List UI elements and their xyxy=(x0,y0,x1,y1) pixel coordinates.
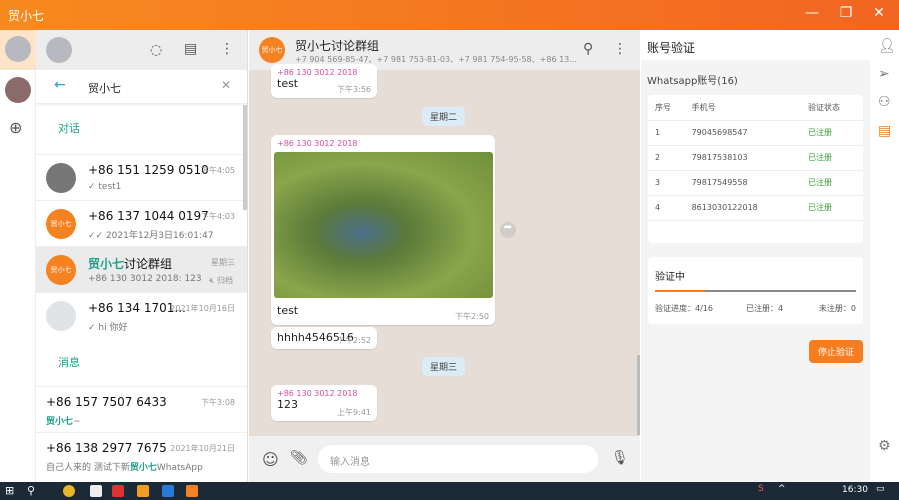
sogou-icon[interactable]: S xyxy=(758,484,764,494)
contacts-icon[interactable]: ⚇ xyxy=(878,94,891,110)
chat-panel: 贸小七 贸小七讨论群组 +7 904 569-85-47、+7 981 753-… xyxy=(249,30,640,482)
title-bar: 贸小七 — ❐ ✕ xyxy=(0,0,899,30)
archived-badge: 🔇︎ 归档 xyxy=(209,276,233,285)
taskbar: ⊞ ⚲ S ^ 16:30 ▭ xyxy=(0,482,899,500)
table-row: 4 8613030122018 已注册 xyxy=(648,195,863,221)
menu-icon[interactable]: ⋮ xyxy=(613,41,627,57)
new-chat-icon[interactable]: ▤ xyxy=(184,41,197,57)
message-bubble: hhhh4546516 下午2:52 xyxy=(271,327,377,349)
chat-item[interactable]: 贸小七 +86 137 1044 0197 ✓✓ 2021年12月3日16:01… xyxy=(36,200,247,246)
group-avatar[interactable]: 贸小七 xyxy=(259,37,285,63)
restore-icon[interactable]: ❐ xyxy=(836,5,856,21)
progress-bar xyxy=(655,290,856,292)
search-bar[interactable]: ← 贸小七 ✕ xyxy=(36,70,247,104)
app-icon[interactable] xyxy=(90,485,102,497)
message-input[interactable]: 输入消息 xyxy=(318,445,598,473)
chat-list-panel: ◌ ▤ ⋮ ← 贸小七 ✕ 对话 +86 151 1259 0510 ✓ tes… xyxy=(36,30,248,482)
user-icon[interactable]: 👤︎ xyxy=(878,38,896,54)
clear-search-icon[interactable]: ✕ xyxy=(221,78,231,92)
mute-icon: 🔇︎ xyxy=(209,276,217,285)
scrollbar[interactable] xyxy=(637,355,640,435)
section-messages: 消息 xyxy=(58,356,80,369)
message-bubble: +86 130 3012 2018 123 上午9:41 xyxy=(271,385,377,421)
menu-icon[interactable]: ⋮ xyxy=(220,41,234,57)
forward-icon[interactable]: ➦ xyxy=(500,222,516,238)
chat-item-selected[interactable]: 贸小七 贸小七讨论群组 +86 130 3012 2018: 123 星期三 🔇… xyxy=(36,246,247,292)
wps-icon[interactable] xyxy=(112,485,124,497)
window-title: 贸小七 xyxy=(8,9,45,23)
account-avatar[interactable] xyxy=(5,77,31,103)
back-arrow-icon[interactable]: ← xyxy=(54,77,66,93)
verify-panel: 账号验证 Whatsapp账号(16) 序号 手机号 验证状态 1 790456985… xyxy=(641,30,870,482)
app-icon[interactable] xyxy=(162,485,174,497)
tool-rail: 👤︎ ➢ ⚇ ▤ ⚙ xyxy=(870,30,899,482)
verify-doc-icon[interactable]: ▤ xyxy=(878,123,891,139)
stop-verify-button[interactable]: 停止验证 xyxy=(808,340,863,363)
table-row: 1 79045698547 已注册 xyxy=(648,120,863,146)
chat-item[interactable]: +86 134 1701... ✓ hi 你好 2021年10月16日 xyxy=(36,292,247,338)
date-divider: 星期二 xyxy=(422,107,466,126)
avatar xyxy=(5,36,31,62)
avatar xyxy=(46,163,76,193)
table-row: 2 79817538103 已注册 xyxy=(648,145,863,171)
search-icon[interactable]: ⚲ xyxy=(27,484,35,497)
tray-expand-icon[interactable]: ^ xyxy=(778,484,786,494)
chrome-icon[interactable] xyxy=(63,485,75,497)
app-icon[interactable] xyxy=(137,485,149,497)
windows-start-icon[interactable]: ⊞ xyxy=(5,484,14,497)
clock[interactable]: 16:30 xyxy=(842,485,868,495)
message-bubble: +86 130 3012 2018 test 下午3:56 xyxy=(271,64,377,98)
attach-icon[interactable]: 📎︎ xyxy=(290,450,308,466)
avatar: 贸小七 xyxy=(46,209,76,239)
minimize-icon[interactable]: — xyxy=(802,5,822,21)
search-input[interactable]: 贸小七 xyxy=(88,80,121,96)
notification-icon[interactable]: ▭ xyxy=(876,484,885,494)
account-count: Whatsapp账号(16) xyxy=(647,76,738,87)
section-chats: 对话 xyxy=(58,122,80,135)
whatsapp-tool-icon[interactable] xyxy=(186,485,198,497)
settings-icon[interactable]: ⚙ xyxy=(878,438,891,454)
message-item[interactable]: +86 138 2977 7675 自己人来的 测试下新贸小七WhatsApp … xyxy=(36,432,247,478)
add-account-icon[interactable]: ⊕ xyxy=(9,118,22,137)
panel-title: 账号验证 xyxy=(641,30,870,60)
status-icon[interactable]: ◌ xyxy=(150,42,162,58)
kingfisher-image[interactable] xyxy=(274,152,493,298)
account-rail: ⊕ xyxy=(0,30,36,482)
table-row: 3 79817549558 已注册 xyxy=(648,170,863,196)
microphone-icon[interactable]: 🎙︎ xyxy=(611,450,629,466)
search-icon[interactable]: ⚲ xyxy=(583,41,593,57)
message-item[interactable]: +86 157 7507 6433 贸小七~ 下午3:08 xyxy=(36,386,247,432)
message-bubble: +86 130 3012 2018 test 下午2:50 xyxy=(271,135,495,325)
send-icon[interactable]: ➢ xyxy=(878,66,890,82)
scrollbar[interactable] xyxy=(243,105,247,210)
date-divider: 星期三 xyxy=(422,357,466,376)
emoji-icon[interactable]: ☺ xyxy=(262,450,279,469)
account-item-active[interactable] xyxy=(0,30,36,70)
avatar: 贸小七 xyxy=(46,255,76,285)
verify-table: 序号 手机号 验证状态 1 79045698547 已注册 2 79817538103 已注… xyxy=(648,95,863,243)
progress-card: 验证中 验证进度：4/16 已注册：4 未注册：0 xyxy=(648,257,863,324)
my-avatar[interactable] xyxy=(46,37,72,63)
chat-item[interactable]: +86 151 1259 0510 ✓ test1 下午4:05 xyxy=(36,154,247,200)
default-avatar-icon xyxy=(46,301,76,331)
chat-title[interactable]: 贸小七讨论群组 xyxy=(295,37,379,54)
close-icon[interactable]: ✕ xyxy=(869,5,889,21)
